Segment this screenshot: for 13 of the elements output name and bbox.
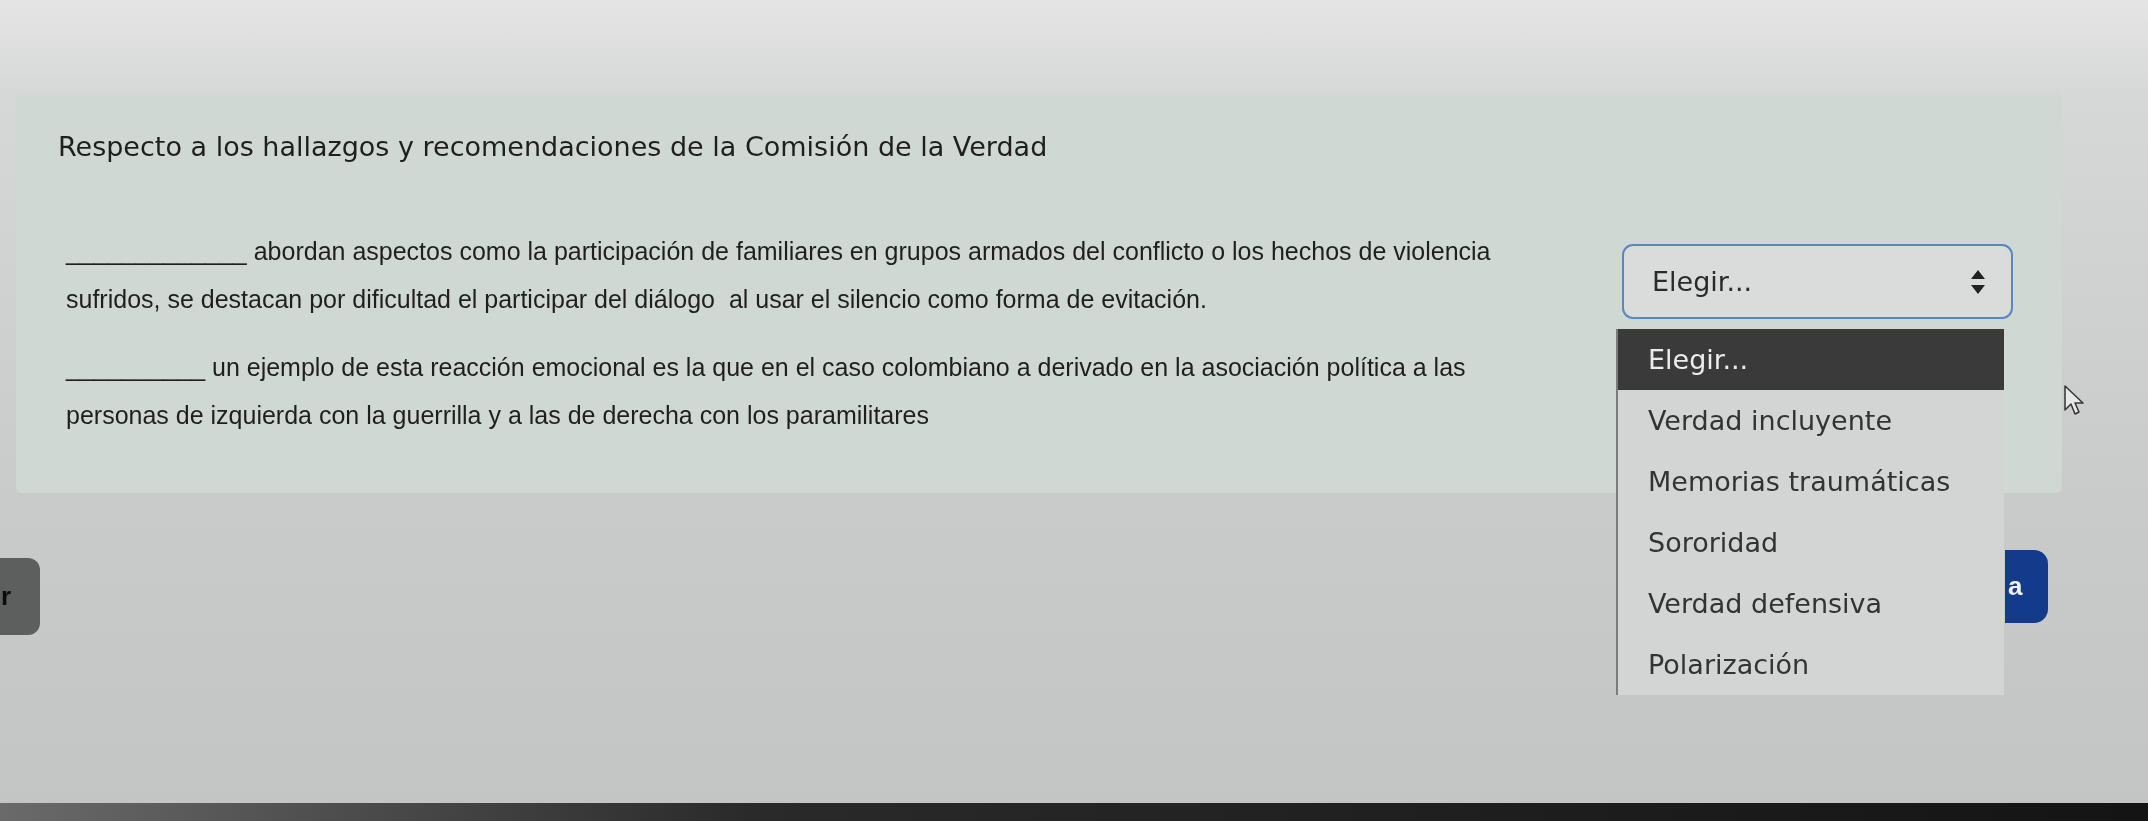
dropdown-option[interactable]: Verdad incluyente — [1618, 390, 2004, 451]
dropdown-option[interactable]: Memorias traumáticas — [1618, 451, 2004, 512]
dropdown-option[interactable]: Elegir... — [1618, 329, 2004, 390]
dropdown-option[interactable]: Verdad defensiva — [1618, 573, 2004, 634]
question-title: Respecto a los hallazgos y recomendaciones de la Comisión de la Verdad — [58, 131, 1048, 163]
cursor-icon — [2064, 385, 2084, 416]
nav-button[interactable]: a — [2005, 550, 2048, 623]
dropdown-option[interactable]: Sororidad — [1618, 512, 2004, 573]
question-text: __________ un ejemplo de esta reacción emocional es la que en el caso colombiano a derivado en la asociación política a las personas de izquierda con la guerrilla y a las de derecha con los paramilitares — [66, 352, 1466, 431]
up-down-arrow-icon — [1971, 269, 1985, 294]
question-text: _____________ abordan aspectos como la participación de familiares en grupos armados del conflicto o los hechos de violencia sufridos, se destacan por dificultad el participar del diálogo al usar el silencio como forma de evitación. — [66, 236, 1491, 315]
choice-dropdown[interactable]: Elegir... — [1622, 244, 2013, 319]
dropdown-option[interactable]: Polarización — [1618, 634, 2004, 695]
